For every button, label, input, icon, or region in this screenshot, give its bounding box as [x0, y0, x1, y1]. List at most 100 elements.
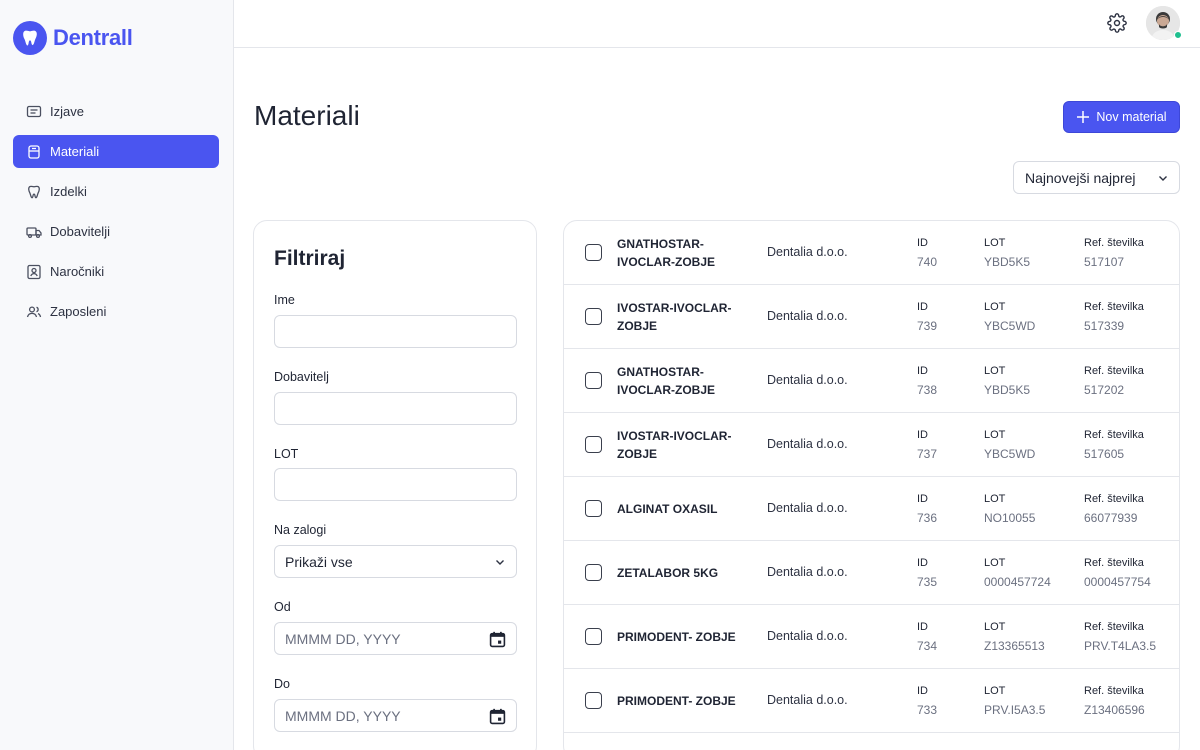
material-id: 739	[917, 319, 938, 333]
message-icon	[26, 105, 42, 117]
table-row[interactable]: ZETALABOR 5KG Dentalia d.o.o. ID 735 LOT…	[564, 541, 1179, 605]
material-ref: 517605	[1084, 447, 1125, 461]
tooth-icon	[28, 185, 40, 198]
material-id: 740	[917, 255, 938, 269]
name-input[interactable]	[274, 315, 517, 348]
row-checkbox[interactable]	[585, 500, 602, 517]
material-supplier: Dentalia d.o.o.	[767, 565, 848, 579]
lot-label: LOT	[984, 237, 1006, 249]
ref-label: Ref. številka	[1084, 685, 1144, 697]
row-checkbox[interactable]	[585, 692, 602, 709]
from-date-placeholder: MMMM DD, YYYY	[285, 630, 401, 647]
material-lot: Z13365513	[984, 639, 1045, 653]
ref-label: Ref. številka	[1084, 621, 1144, 633]
chevron-down-icon	[496, 560, 504, 565]
material-name: ALGINAT OXASIL	[617, 502, 718, 516]
material-name: GNATHOSTAR-IVOCLAR-ZOBJE	[617, 365, 716, 397]
material-id: 734	[917, 639, 938, 653]
to-date-input[interactable]: MMMM DD, YYYY	[274, 699, 517, 732]
material-name: IVOSTAR-IVOCLAR-ZOBJE	[617, 429, 732, 461]
truck-icon	[26, 226, 42, 238]
id-label: ID	[917, 621, 928, 633]
row-checkbox[interactable]	[585, 564, 602, 581]
supplier-label: Dobavitelj	[274, 370, 329, 384]
from-date-label: Od	[274, 600, 291, 614]
lot-label: LOT	[984, 493, 1006, 505]
ref-label: Ref. številka	[1084, 365, 1144, 377]
row-checkbox[interactable]	[585, 372, 602, 389]
table-row[interactable]: IVOSTAR-IVOCLAR-ZOBJE Dentalia d.o.o. ID…	[564, 413, 1179, 477]
sidebar-item-label: Materiali	[50, 144, 100, 159]
table-row[interactable]: PRIMODENT- ZOBJE Dentalia d.o.o. ID 733 …	[564, 669, 1179, 733]
lot-label: LOT	[984, 301, 1006, 313]
calendar-icon[interactable]	[489, 631, 506, 648]
lot-label: LOT	[984, 557, 1006, 569]
material-name: GNATHOSTAR-IVOCLAR-ZOBJE	[617, 237, 716, 269]
supplier-input[interactable]	[274, 392, 517, 425]
sidebar-item-label: Naročniki	[50, 264, 105, 279]
sidebar-nav: Izjave Materiali Izdelki Dobavitelji Nar…	[13, 95, 219, 335]
table-row[interactable]: GNATHOSTAR-IVOCLAR-ZOBJE Dentalia d.o.o.…	[564, 349, 1179, 413]
row-checkbox[interactable]	[585, 244, 602, 261]
from-date-input[interactable]: MMMM DD, YYYY	[274, 622, 517, 655]
material-lot: YBC5WD	[984, 447, 1036, 461]
lot-label: LOT	[984, 365, 1006, 377]
sidebar-item-dobavitelji[interactable]: Dobavitelji	[13, 215, 219, 248]
sidebar-item-materiali[interactable]: Materiali	[13, 135, 219, 168]
id-label: ID	[917, 365, 928, 377]
material-id: 735	[917, 575, 938, 589]
lot-input[interactable]	[274, 468, 517, 501]
plus-icon	[1077, 111, 1090, 123]
id-label: ID	[917, 237, 928, 249]
row-checkbox[interactable]	[585, 436, 602, 453]
sort-select[interactable]: Najnovejši najprej	[1013, 161, 1180, 194]
brand-logo[interactable]: Dentrall	[13, 21, 133, 55]
sidebar-item-narocniki[interactable]: Naročniki	[13, 255, 219, 288]
table-row[interactable]: IVOSTAR-IVOCLAR-ZOBJE Dentalia d.o.o. ID…	[564, 285, 1179, 349]
filter-title: Filtriraj	[274, 247, 346, 270]
stock-select[interactable]: Prikaži vse	[274, 545, 517, 578]
material-lot: YBD5K5	[984, 383, 1031, 397]
material-lot: 0000457724	[984, 575, 1051, 589]
table-row[interactable]: ALGINAT OXASIL Dentalia d.o.o. ID 736 LO…	[564, 477, 1179, 541]
material-supplier: Dentalia d.o.o.	[767, 245, 848, 259]
sidebar: Dentrall Izjave Materiali Izdelki Dobavi…	[0, 0, 234, 750]
box-icon	[28, 144, 40, 159]
id-label: ID	[917, 301, 928, 313]
material-supplier: Dentalia d.o.o.	[767, 501, 848, 515]
material-ref: PRV.T4LA3.5	[1084, 639, 1157, 653]
material-ref: 517107	[1084, 255, 1125, 269]
brand-name: Dentrall	[53, 25, 133, 50]
material-ref: 66077939	[1084, 511, 1138, 525]
top-bar	[234, 0, 1200, 48]
material-ref: Z13406596	[1084, 703, 1145, 717]
new-material-label: Nov material	[1096, 110, 1167, 124]
gear-icon[interactable]	[1107, 13, 1127, 33]
sidebar-item-label: Izjave	[50, 104, 84, 119]
sidebar-item-zaposleni[interactable]: Zaposleni	[13, 295, 219, 328]
sidebar-item-izjave[interactable]: Izjave	[13, 95, 219, 128]
users-icon	[26, 305, 42, 317]
table-row[interactable]: GNATHOSTAR-IVOCLAR-ZOBJE Dentalia d.o.o.…	[564, 221, 1179, 285]
ref-label: Ref. številka	[1084, 557, 1144, 569]
new-material-button[interactable]: Nov material	[1063, 101, 1180, 133]
material-id: 736	[917, 511, 938, 525]
materials-list: GNATHOSTAR-IVOCLAR-ZOBJE Dentalia d.o.o.…	[563, 220, 1180, 750]
lot-label: LOT	[274, 447, 299, 461]
chevron-down-icon	[1159, 176, 1167, 181]
to-date-label: Do	[274, 677, 290, 691]
material-supplier: Dentalia d.o.o.	[767, 437, 848, 451]
stock-selected-value: Prikaži vse	[285, 553, 353, 570]
lot-label: LOT	[984, 685, 1006, 697]
material-ref: 0000457754	[1084, 575, 1151, 589]
row-checkbox[interactable]	[585, 628, 602, 645]
to-date-placeholder: MMMM DD, YYYY	[285, 707, 401, 724]
name-label: Ime	[274, 293, 295, 307]
calendar-icon[interactable]	[489, 708, 506, 725]
row-checkbox[interactable]	[585, 308, 602, 325]
table-row[interactable]: PRIMODENT- ZOBJE Dentalia d.o.o. ID 734 …	[564, 605, 1179, 669]
lot-label: LOT	[984, 429, 1006, 441]
sidebar-item-izdelki[interactable]: Izdelki	[13, 175, 219, 208]
page-title: Materiali	[254, 100, 360, 131]
ref-label: Ref. številka	[1084, 301, 1144, 313]
